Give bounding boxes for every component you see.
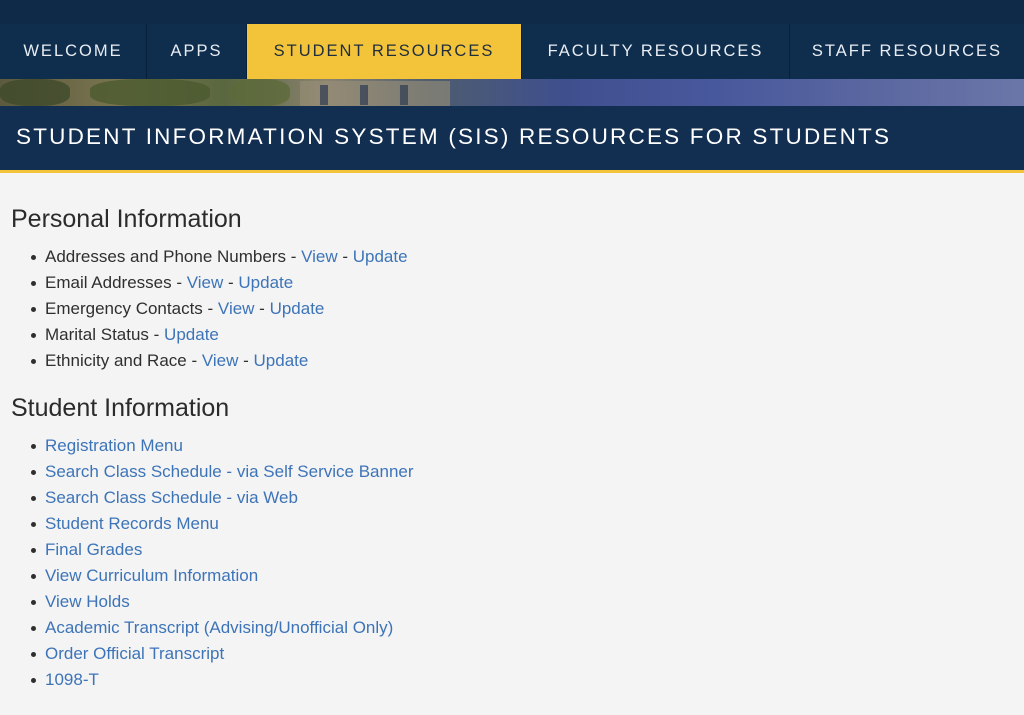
separator: - xyxy=(186,351,202,370)
list-item: Marital Status - Update xyxy=(31,322,1011,348)
item-label: Marital Status xyxy=(45,325,149,344)
update-link[interactable]: Update xyxy=(164,325,219,344)
view-holds-link[interactable]: View Holds xyxy=(45,592,130,611)
view-curriculum-link[interactable]: View Curriculum Information xyxy=(45,566,258,585)
separator: - xyxy=(148,325,165,344)
academic-transcript-link[interactable]: Academic Transcript (Advising/Unofficial… xyxy=(45,618,393,637)
registration-menu-link[interactable]: Registration Menu xyxy=(45,436,183,455)
section-title-personal: Personal Information xyxy=(11,205,242,233)
separator: - xyxy=(223,273,239,292)
list-item: Ethnicity and Race - View - Update xyxy=(31,348,1011,374)
list-item: Academic Transcript (Advising/Unofficial… xyxy=(31,615,1011,641)
update-link[interactable]: Update xyxy=(353,247,408,266)
list-item: 1098-T xyxy=(31,667,1011,693)
main-content: Personal Information Addresses and Phone… xyxy=(11,205,1011,693)
list-item: Email Addresses - View - Update xyxy=(31,270,1011,296)
search-class-schedule-banner-link[interactable]: Search Class Schedule - via Self Service… xyxy=(45,462,414,481)
separator: - xyxy=(171,273,187,292)
list-item: Student Records Menu xyxy=(31,511,1011,537)
item-label: Emergency Contacts xyxy=(45,299,203,318)
list-item: Addresses and Phone Numbers - View - Upd… xyxy=(31,244,1011,270)
view-link[interactable]: View xyxy=(301,247,338,266)
page-banner: STUDENT INFORMATION SYSTEM (SIS) RESOURC… xyxy=(0,106,1024,173)
student-info-list: Registration Menu Search Class Schedule … xyxy=(11,433,1011,693)
list-item: Search Class Schedule - via Self Service… xyxy=(31,459,1011,485)
list-item: Order Official Transcript xyxy=(31,641,1011,667)
item-label: Ethnicity and Race xyxy=(45,351,187,370)
personal-information-section: Personal Information Addresses and Phone… xyxy=(11,205,1011,374)
separator: - xyxy=(238,351,254,370)
update-link[interactable]: Update xyxy=(238,273,293,292)
view-link[interactable]: View xyxy=(202,351,239,370)
list-item: Registration Menu xyxy=(31,433,1011,459)
page-title: STUDENT INFORMATION SYSTEM (SIS) RESOURC… xyxy=(16,124,892,149)
top-strip xyxy=(0,0,1024,24)
view-link[interactable]: View xyxy=(218,299,255,318)
list-item: View Curriculum Information xyxy=(31,563,1011,589)
separator: - xyxy=(202,299,218,318)
item-label: Email Addresses xyxy=(45,273,172,292)
nav-item-student-resources[interactable]: STUDENT RESOURCES xyxy=(247,24,522,79)
list-item: Search Class Schedule - via Web xyxy=(31,485,1011,511)
student-records-menu-link[interactable]: Student Records Menu xyxy=(45,514,219,533)
list-item: View Holds xyxy=(31,589,1011,615)
search-class-schedule-web-link[interactable]: Search Class Schedule - via Web xyxy=(45,488,298,507)
update-link[interactable]: Update xyxy=(270,299,325,318)
section-title-student: Student Information xyxy=(11,394,230,422)
nav-item-apps[interactable]: APPS xyxy=(147,24,247,79)
separator: - xyxy=(254,299,270,318)
final-grades-link[interactable]: Final Grades xyxy=(45,540,142,559)
item-label: Addresses and Phone Numbers xyxy=(45,247,286,266)
nav-item-welcome[interactable]: WELCOME xyxy=(0,24,147,79)
list-item: Emergency Contacts - View - Update xyxy=(31,296,1011,322)
separator: - xyxy=(285,247,302,266)
main-nav: WELCOME APPS STUDENT RESOURCES FACULTY R… xyxy=(0,24,1024,79)
1098-t-link[interactable]: 1098-T xyxy=(45,670,99,689)
order-official-transcript-link[interactable]: Order Official Transcript xyxy=(45,644,224,663)
list-item: Final Grades xyxy=(31,537,1011,563)
view-link[interactable]: View xyxy=(187,273,224,292)
header-photo xyxy=(0,79,1024,106)
update-link[interactable]: Update xyxy=(254,351,309,370)
nav-item-faculty-resources[interactable]: FACULTY RESOURCES xyxy=(522,24,790,79)
nav-item-staff-resources[interactable]: STAFF RESOURCES xyxy=(790,24,1024,79)
separator: - xyxy=(337,247,353,266)
student-information-section: Student Information Registration Menu Se… xyxy=(11,394,1011,693)
personal-info-list: Addresses and Phone Numbers - View - Upd… xyxy=(11,244,1011,374)
